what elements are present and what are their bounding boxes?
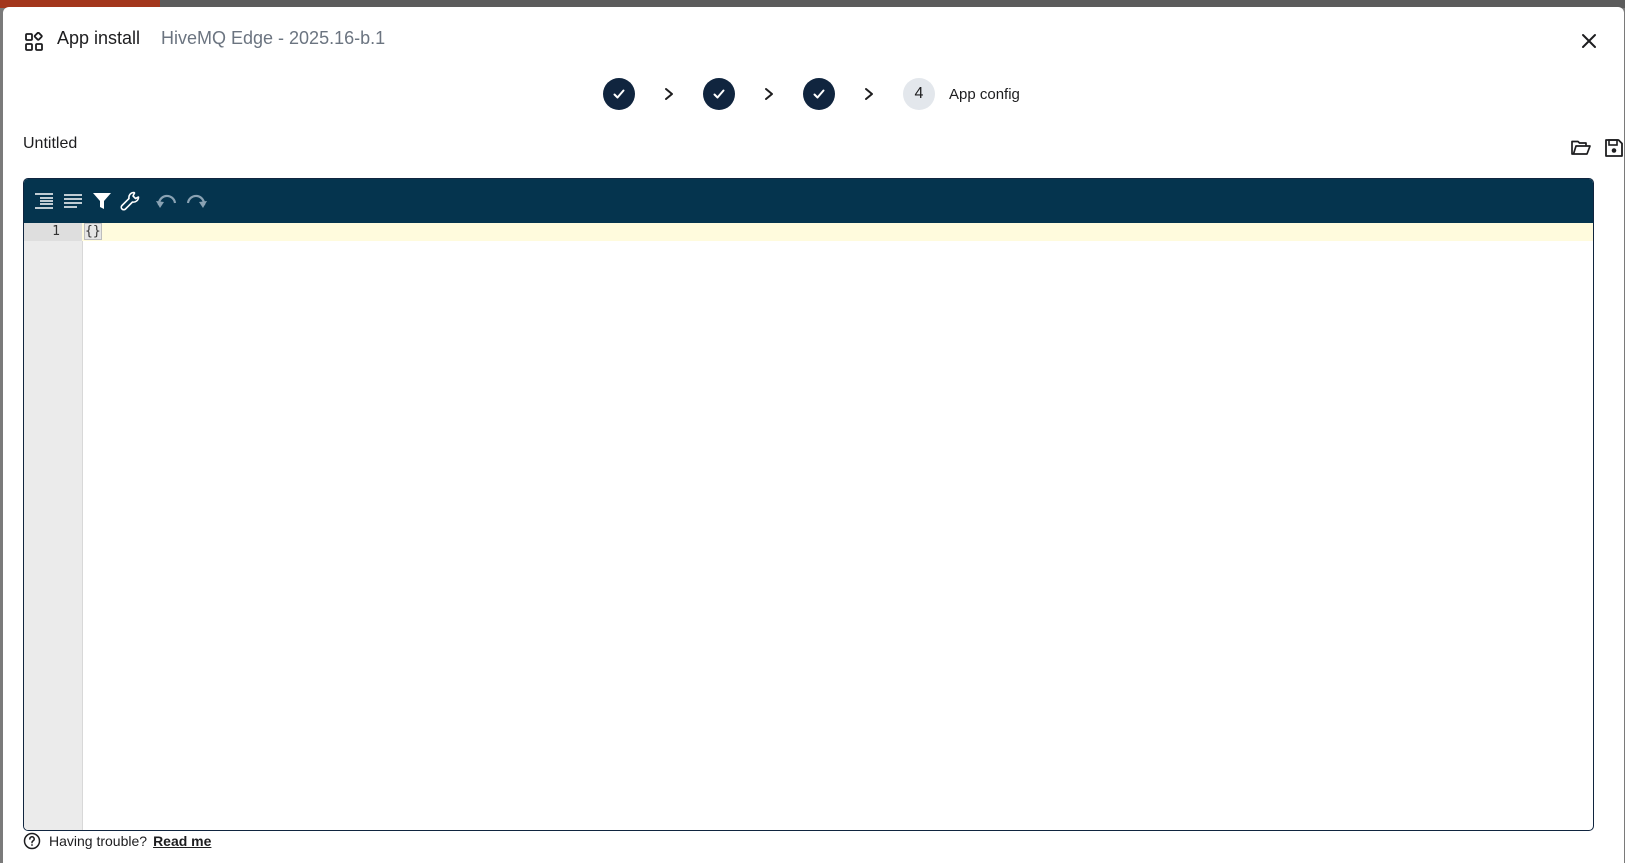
repair-icon	[120, 191, 140, 211]
editor-toolbar	[24, 179, 1593, 223]
redo-button[interactable]	[183, 188, 209, 214]
app-install-dialog: App install HiveMQ Edge - 2025.16-b.1 4 …	[3, 7, 1624, 863]
apps-grid-icon	[25, 32, 43, 51]
code-line-text[interactable]: {}	[84, 223, 102, 240]
format-button[interactable]	[31, 188, 57, 214]
format-icon	[35, 193, 53, 209]
check-icon	[613, 89, 625, 99]
check-icon	[713, 89, 725, 99]
code-line[interactable]: {}	[84, 223, 102, 240]
check-icon	[813, 89, 825, 99]
read-me-link[interactable]: Read me	[153, 833, 211, 849]
step-3-complete	[803, 78, 835, 110]
undo-button[interactable]	[154, 188, 180, 214]
dialog-header: App install HiveMQ Edge - 2025.16-b.1	[3, 7, 1624, 73]
active-line-highlight[interactable]	[82, 223, 1593, 241]
help-footer: Having trouble? Read me	[23, 830, 211, 852]
filter-button[interactable]	[89, 188, 115, 214]
step-1-complete	[603, 78, 635, 110]
close-icon[interactable]	[1578, 30, 1600, 52]
folder-open-icon[interactable]	[1570, 137, 1592, 159]
chevron-right-icon	[665, 88, 673, 100]
dialog-subtitle: HiveMQ Edge - 2025.16-b.1	[161, 28, 386, 48]
install-stepper: 4 App config	[603, 77, 1020, 111]
compact-button[interactable]	[60, 188, 86, 214]
document-title: Untitled	[23, 135, 78, 152]
help-question: Having trouble?	[49, 833, 148, 849]
step-4-label: App config	[949, 85, 1020, 103]
step-separator	[835, 78, 903, 110]
save-icon[interactable]	[1603, 137, 1625, 159]
chevron-right-icon	[765, 88, 773, 100]
step-4-current: 4	[903, 78, 935, 110]
line-number: 1	[52, 224, 60, 239]
redo-icon	[186, 194, 207, 208]
json-editor: 1 {}	[23, 178, 1594, 831]
step-separator	[635, 78, 703, 110]
filter-icon	[93, 193, 111, 209]
help-circle-icon	[23, 832, 41, 850]
dialog-title: App install	[57, 28, 141, 48]
repair-button[interactable]	[118, 188, 144, 214]
undo-icon	[156, 194, 177, 208]
step-separator	[735, 78, 803, 110]
line-number-gutter	[24, 223, 83, 830]
chevron-right-icon	[865, 88, 873, 100]
compact-icon	[64, 194, 82, 208]
step-2-complete	[703, 78, 735, 110]
